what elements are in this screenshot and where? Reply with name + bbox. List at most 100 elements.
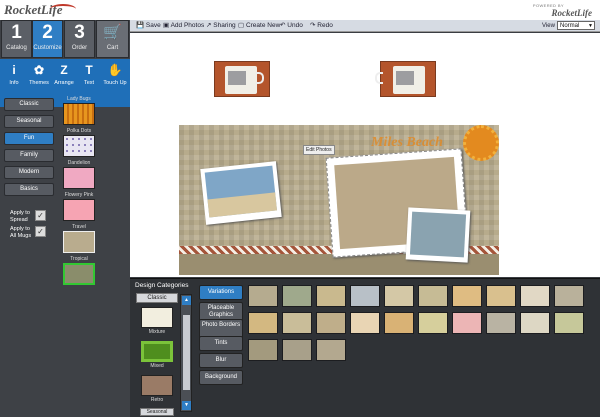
step-customize[interactable]: 2 Customize xyxy=(32,20,63,58)
editor-canvas: Miles Beach Edit Photos xyxy=(130,33,600,277)
swatch[interactable] xyxy=(418,312,448,334)
variations-button[interactable]: Variations xyxy=(199,285,243,300)
swatch[interactable] xyxy=(520,312,550,334)
edit-photos-tooltip: Edit Photos xyxy=(303,145,335,155)
chevron-down-icon: ▼ xyxy=(588,23,593,29)
category-label: Retro xyxy=(150,397,164,403)
blur-button[interactable]: Blur xyxy=(199,353,243,368)
swatch[interactable] xyxy=(350,285,380,307)
sharing-button[interactable]: ↗ Sharing xyxy=(206,21,236,31)
swatch[interactable] xyxy=(316,339,346,361)
swatch[interactable] xyxy=(418,285,448,307)
apply-to-spread[interactable]: Apply to Spread ✓ xyxy=(10,210,56,224)
swatch[interactable] xyxy=(452,285,482,307)
theme-polka-dots[interactable]: Polka Dots xyxy=(62,128,96,157)
swatch[interactable] xyxy=(316,285,346,307)
category-family[interactable]: Family xyxy=(4,149,54,162)
redo-button[interactable]: ↷ Redo xyxy=(310,21,333,31)
tool-text[interactable]: T Text xyxy=(76,63,102,86)
swatch[interactable] xyxy=(486,285,516,307)
create-new-button[interactable]: ▢ Create New xyxy=(238,21,280,31)
theme-dandelion[interactable]: Dandelion xyxy=(62,160,96,189)
step-order[interactable]: 3 Order xyxy=(64,20,95,58)
brand-logo-small: RocketLife xyxy=(551,8,592,18)
logo-swoosh-icon xyxy=(50,4,76,14)
undo-button[interactable]: ↶ Undo xyxy=(280,21,303,31)
design-category-select[interactable]: Classic xyxy=(136,293,178,303)
theme-label: Tropical xyxy=(70,256,88,262)
top-bar: RocketLife POWERED BY RocketLife xyxy=(0,0,600,20)
step-label: Order xyxy=(71,45,88,51)
photo-slot-3[interactable] xyxy=(405,207,471,263)
theme-travel[interactable]: Travel xyxy=(62,224,96,253)
tool-info[interactable]: i Info xyxy=(1,63,27,86)
mug-preview-front[interactable] xyxy=(214,61,270,97)
category-thumbnail xyxy=(141,307,173,328)
swatch[interactable] xyxy=(452,312,482,334)
create-new-icon: ▢ xyxy=(238,22,246,29)
step-number: 2 xyxy=(42,22,53,43)
mug-preview-back[interactable] xyxy=(375,61,436,97)
add-photos-icon: ▣ xyxy=(163,22,171,29)
category-label: Mixed xyxy=(150,363,164,369)
category-label: Seasonal xyxy=(140,408,174,416)
design-title-text[interactable]: Miles Beach xyxy=(371,135,443,151)
swatch[interactable] xyxy=(384,285,414,307)
cart-icon: 🛒 xyxy=(103,24,122,41)
scroll-thumb[interactable] xyxy=(183,315,190,390)
scroll-down-icon[interactable]: ▼ xyxy=(182,401,191,410)
category-seasonal[interactable]: Seasonal xyxy=(4,115,54,128)
design-category-mixed[interactable]: Mixed xyxy=(140,341,174,369)
background-button[interactable]: Background xyxy=(199,370,243,385)
swatch[interactable] xyxy=(282,339,312,361)
step-catalog[interactable]: 1 Catalog xyxy=(1,20,32,58)
sharing-label: Sharing xyxy=(213,22,236,29)
apply-spread-checkbox[interactable]: ✓ xyxy=(35,210,46,221)
design-category-mixture[interactable]: Mixture xyxy=(140,307,174,335)
design-category-retro[interactable]: Retro xyxy=(140,375,174,403)
tool-touch-up[interactable]: ✋ Touch Up xyxy=(102,63,128,86)
apply-all-checkbox[interactable]: ✓ xyxy=(35,226,46,237)
swatch[interactable] xyxy=(282,285,312,307)
step-cart[interactable]: 🛒 Cart xyxy=(96,20,129,58)
photo-slot-1[interactable] xyxy=(200,161,282,225)
step-label: Cart xyxy=(106,45,119,51)
save-button[interactable]: 💾 Save xyxy=(136,21,161,31)
swatch[interactable] xyxy=(248,339,278,361)
theme-flowery-pink[interactable]: Flowery Pink xyxy=(62,192,96,221)
scroll-up-icon[interactable]: ▲ xyxy=(182,296,191,305)
tool-arrange[interactable]: Z Arrange xyxy=(51,63,77,86)
theme-thumbnail xyxy=(63,135,95,157)
add-photos-button[interactable]: ▣ Add Photos xyxy=(163,21,204,31)
design-category-seasonal[interactable]: Seasonal xyxy=(140,408,174,416)
tool-themes[interactable]: ✿ Themes xyxy=(26,63,52,86)
swatch[interactable] xyxy=(282,312,312,334)
swatch[interactable] xyxy=(520,285,550,307)
mug-design-spread[interactable]: Miles Beach Edit Photos xyxy=(179,125,499,275)
mug-handle xyxy=(375,72,383,84)
photo-image xyxy=(409,211,467,258)
swatch[interactable] xyxy=(486,312,516,334)
step-label: Catalog xyxy=(6,45,27,51)
apply-spread-label: Apply to Spread xyxy=(10,210,30,223)
swatch[interactable] xyxy=(554,312,584,334)
category-scrollbar[interactable]: ▲ ▼ xyxy=(180,294,192,412)
category-modern[interactable]: Modern xyxy=(4,166,54,179)
view-select[interactable]: Normal ▼ xyxy=(557,21,595,30)
category-classic[interactable]: Classic xyxy=(4,98,54,111)
touch-up-icon: ✋ xyxy=(107,63,123,77)
swatch[interactable] xyxy=(248,312,278,334)
swatch[interactable] xyxy=(554,285,584,307)
category-basics[interactable]: Basics xyxy=(4,183,54,196)
apply-to-all-mugs[interactable]: Apply to All Mugs ✓ xyxy=(10,226,56,240)
swatch[interactable] xyxy=(350,312,380,334)
category-fun[interactable]: Fun xyxy=(4,132,54,145)
theme-tropical[interactable]: Tropical xyxy=(62,256,96,285)
swatch[interactable] xyxy=(316,312,346,334)
theme-lady-bugs[interactable]: Lady Bugs xyxy=(62,96,96,125)
swatch[interactable] xyxy=(248,285,278,307)
swatch[interactable] xyxy=(384,312,414,334)
theme-label: Travel xyxy=(72,224,86,230)
tints-button[interactable]: Tints xyxy=(199,336,243,351)
sun-graphic[interactable] xyxy=(463,125,499,161)
